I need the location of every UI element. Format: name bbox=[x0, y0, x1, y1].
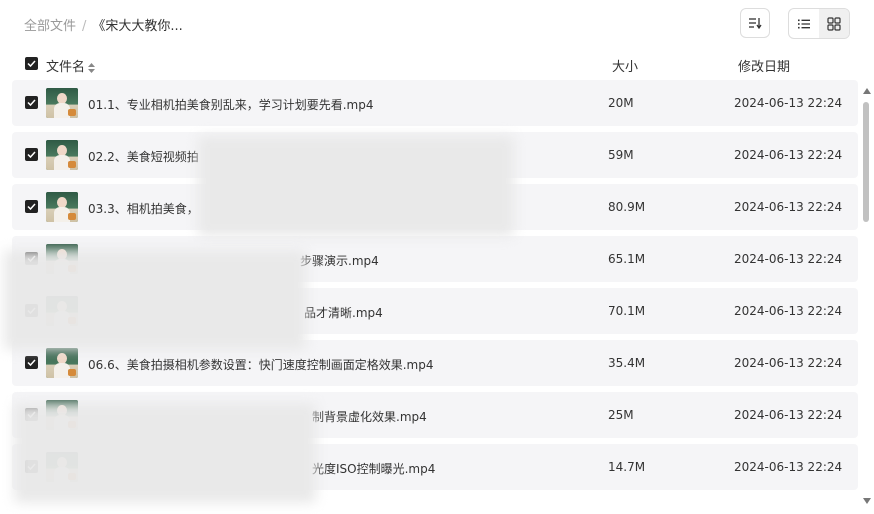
file-size: 70.1M bbox=[608, 304, 646, 318]
checkbox-checked-icon bbox=[27, 99, 36, 106]
file-name[interactable]: 01.1、专业相机拍美食别乱来，学习计划要先看.mp4 bbox=[88, 96, 373, 113]
breadcrumb-current: 《宋大大教你... bbox=[92, 19, 183, 34]
file-name[interactable]: 02.2、美食短视频拍 bbox=[88, 148, 199, 165]
scroll-up-icon[interactable] bbox=[863, 88, 871, 94]
file-size: 80.9M bbox=[608, 200, 646, 214]
row-checkbox[interactable] bbox=[25, 200, 38, 213]
file-name[interactable]: 制背景虚化效果.mp4 bbox=[312, 408, 427, 425]
checkbox-checked-icon bbox=[27, 60, 36, 67]
video-thumbnail bbox=[46, 192, 78, 222]
checkbox-checked-icon bbox=[27, 359, 36, 366]
file-date: 2024-06-13 22:24 bbox=[734, 408, 843, 422]
column-name[interactable]: 文件名 bbox=[46, 56, 96, 75]
column-size[interactable]: 大小 bbox=[612, 56, 638, 75]
row-checkbox[interactable] bbox=[25, 96, 38, 109]
file-size: 25M bbox=[608, 408, 634, 422]
file-date: 2024-06-13 22:24 bbox=[734, 252, 843, 266]
select-all-checkbox[interactable] bbox=[25, 57, 38, 70]
checkbox-checked-icon bbox=[27, 203, 36, 210]
file-date: 2024-06-13 22:24 bbox=[734, 200, 843, 214]
breadcrumb-root[interactable]: 全部文件 bbox=[24, 19, 76, 34]
video-thumbnail bbox=[46, 140, 78, 170]
file-date: 2024-06-13 22:24 bbox=[734, 356, 843, 370]
view-toggle bbox=[788, 8, 850, 39]
file-name[interactable]: 步骤演示.mp4 bbox=[300, 252, 379, 269]
file-name[interactable]: 06.6、美食拍摄相机参数设置：快门速度控制画面定格效果.mp4 bbox=[88, 356, 433, 373]
file-date: 2024-06-13 22:24 bbox=[734, 460, 843, 474]
sort-button[interactable] bbox=[740, 8, 770, 38]
checkbox-checked-icon bbox=[27, 151, 36, 158]
file-name[interactable]: 品才清晰.mp4 bbox=[304, 304, 383, 321]
grid-view-button[interactable] bbox=[819, 9, 849, 38]
scroll-thumb[interactable] bbox=[863, 102, 869, 222]
file-size: 65.1M bbox=[608, 252, 646, 266]
column-name-label: 文件名 bbox=[46, 60, 86, 75]
file-size: 14.7M bbox=[608, 460, 646, 474]
scroll-down-icon[interactable] bbox=[863, 498, 871, 504]
toolbar: 全部文件 / 《宋大大教你... bbox=[0, 0, 874, 48]
file-size: 20M bbox=[608, 96, 634, 110]
breadcrumb: 全部文件 / 《宋大大教你... bbox=[24, 15, 183, 34]
scrollbar[interactable] bbox=[860, 86, 872, 510]
sort-order-icon bbox=[749, 18, 762, 29]
column-date[interactable]: 修改日期 bbox=[738, 56, 790, 75]
file-date: 2024-06-13 22:24 bbox=[734, 96, 843, 110]
grid-view-icon bbox=[827, 16, 841, 31]
file-date: 2024-06-13 22:24 bbox=[734, 148, 843, 162]
row-checkbox[interactable] bbox=[25, 148, 38, 161]
file-size: 59M bbox=[608, 148, 634, 162]
video-thumbnail bbox=[46, 88, 78, 118]
video-thumbnail bbox=[46, 348, 78, 378]
breadcrumb-separator: / bbox=[82, 19, 87, 34]
redaction-overlay bbox=[198, 136, 514, 236]
file-size: 35.4M bbox=[608, 356, 646, 370]
redaction-overlay bbox=[4, 250, 306, 350]
list-view-icon bbox=[798, 19, 810, 28]
redaction-overlay bbox=[14, 403, 316, 503]
file-name[interactable]: 光度ISO控制曝光.mp4 bbox=[312, 460, 435, 477]
file-name[interactable]: 03.3、相机拍美食， bbox=[88, 200, 199, 217]
table-header: 文件名 大小 修改日期 bbox=[0, 50, 874, 78]
list-view-button[interactable] bbox=[789, 9, 819, 38]
table-row[interactable]: 01.1、专业相机拍美食别乱来，学习计划要先看.mp4 20M 2024-06-… bbox=[12, 80, 858, 126]
file-date: 2024-06-13 22:24 bbox=[734, 304, 843, 318]
row-checkbox[interactable] bbox=[25, 356, 38, 369]
sort-toggle-icon bbox=[88, 62, 96, 73]
